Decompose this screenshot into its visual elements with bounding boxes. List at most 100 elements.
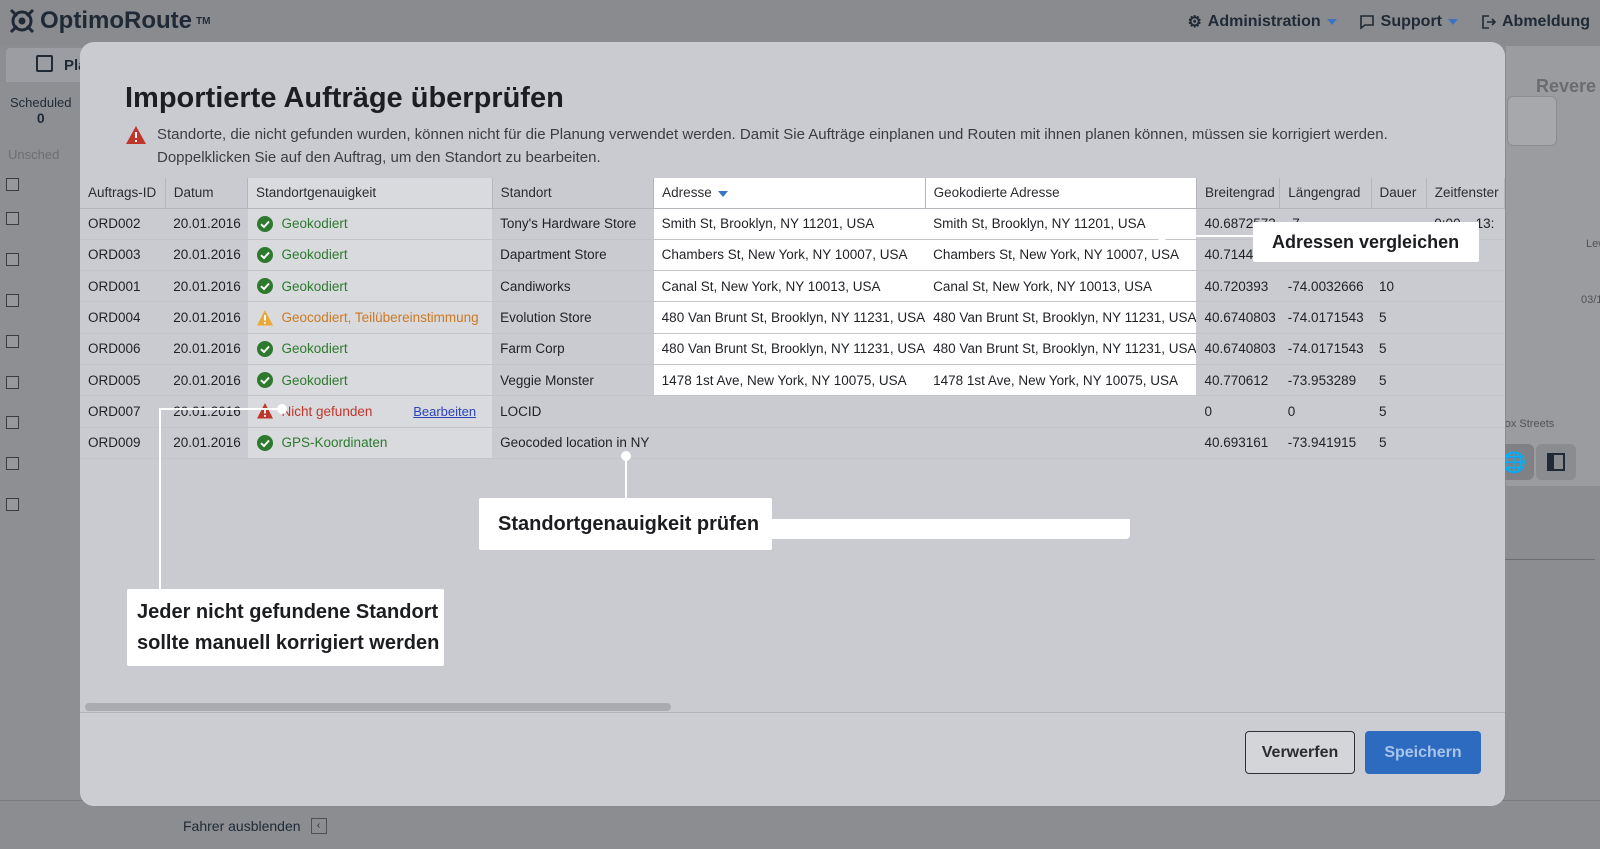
- cell-geocoded-address: 1478 1st Ave, New York, NY 10075, USA: [925, 364, 1197, 397]
- cell-order-id: ORD001: [80, 270, 166, 303]
- warning-text-line1: Standorte, die nicht gefunden wurden, kö…: [157, 126, 1388, 143]
- cell-address: [653, 395, 926, 428]
- nav-administration[interactable]: ⚙ Administration: [1187, 12, 1337, 32]
- check-circle-icon: [256, 246, 273, 263]
- cell-latitude: 0: [1196, 395, 1280, 428]
- cell-address: 480 Van Brunt St, Brooklyn, NY 11231, US…: [653, 301, 926, 334]
- row-checkbox[interactable]: [6, 294, 19, 307]
- cell-accuracy: Geokodiert: [247, 270, 493, 303]
- callout-accuracy-dot: [621, 451, 631, 461]
- hide-drivers-control[interactable]: Fahrer ausblenden ‹: [183, 818, 327, 834]
- check-circle-icon: [256, 372, 273, 389]
- scheduled-count: 0: [36, 110, 45, 126]
- row-checkbox[interactable]: [6, 253, 19, 266]
- nav-support-label: Support: [1380, 13, 1442, 30]
- cell-timewindow: [1426, 427, 1505, 459]
- callout-compare-connector: [1162, 235, 1255, 237]
- cell-latitude: 40.770612: [1196, 364, 1280, 397]
- cell-date: 20.01.2016: [165, 208, 248, 240]
- column-header-order-id[interactable]: Auftrags-ID: [80, 178, 166, 209]
- table-row[interactable]: ORD009 20.01.2016 GPS-Koordinaten Geocoded …: [80, 427, 1505, 459]
- status-label: Geokodiert: [281, 247, 348, 263]
- unscheduled-label: Unsched: [8, 147, 60, 162]
- cell-address: Smith St, Brooklyn, NY 11201, USA: [653, 208, 926, 240]
- cell-latitude: 40.6740803: [1196, 301, 1280, 334]
- map-label-area: Lewi: [1586, 238, 1600, 250]
- callout-check-accuracy: Standortgenauigkeit prüfen: [479, 498, 772, 550]
- column-header-accuracy[interactable]: Standortgenauigkeit: [247, 178, 493, 209]
- review-import-dialog: Importierte Aufträge überprüfen Standort…: [80, 42, 1505, 806]
- chevron-down-icon: [1448, 19, 1458, 25]
- dialog-title: Importierte Aufträge überprüfen: [125, 82, 564, 114]
- cell-latitude: 40.693161: [1196, 427, 1280, 459]
- cell-date: 20.01.2016: [165, 270, 248, 303]
- nav-support[interactable]: Support: [1359, 12, 1458, 32]
- cell-duration: 10: [1371, 270, 1427, 303]
- nav-logout-label: Abmeldung: [1502, 13, 1590, 30]
- top-bar: OptimoRoute TM ⚙ Administration Support A…: [0, 0, 1600, 46]
- cell-longitude: -74.0171543: [1279, 333, 1372, 365]
- cell-geocoded-address: 480 Van Brunt St, Brooklyn, NY 11231, US…: [925, 301, 1197, 334]
- save-button[interactable]: Speichern: [1365, 731, 1481, 774]
- row-checkbox[interactable]: [6, 498, 19, 511]
- select-all-checkbox[interactable]: [6, 178, 19, 191]
- row-checkbox[interactable]: [6, 457, 19, 470]
- check-circle-icon: [256, 434, 273, 451]
- row-checkbox[interactable]: [6, 212, 19, 225]
- logo-icon: [9, 8, 35, 34]
- check-circle-icon: [256, 215, 273, 232]
- column-header-address[interactable]: Adresse: [653, 178, 926, 209]
- map-label-road: 03/1: [1581, 294, 1600, 306]
- warning-message: Standorte, die nicht gefunden wurden, kö…: [125, 123, 1465, 169]
- column-header-lat[interactable]: Breitengrad: [1196, 178, 1281, 209]
- horizontal-scrollbar[interactable]: [85, 699, 1500, 713]
- cell-date: 20.01.2016: [165, 301, 248, 334]
- column-header-date[interactable]: Datum: [165, 178, 249, 209]
- cell-address: Canal St, New York, NY 10013, USA: [653, 270, 926, 303]
- status-label: GPS-Koordinaten: [281, 435, 388, 451]
- scheduled-counter: Scheduled 0: [10, 95, 71, 126]
- map-search-input[interactable]: [1505, 536, 1595, 560]
- cell-date: 20.01.2016: [165, 333, 248, 365]
- discard-button[interactable]: Verwerfen: [1245, 731, 1355, 774]
- cell-duration: 5: [1371, 301, 1427, 334]
- table-row[interactable]: ORD006 20.01.2016 Geokodiert Farm Corp 480 V…: [80, 333, 1505, 365]
- status-label: Geokodiert: [281, 372, 348, 388]
- row-checkbox[interactable]: [6, 335, 19, 348]
- scrollbar-thumb[interactable]: [85, 703, 671, 711]
- table-row[interactable]: ORD007 20.01.2016 Nicht gefunden Bearbeiten…: [80, 395, 1505, 428]
- column-header-location[interactable]: Standort: [492, 178, 655, 209]
- cell-date: 20.01.2016: [165, 239, 248, 272]
- top-navigation: ⚙ Administration Support Abmeldung: [1187, 12, 1590, 32]
- cell-geocoded-address: Smith St, Brooklyn, NY 11201, USA: [925, 208, 1197, 240]
- table-row[interactable]: ORD004 20.01.2016 Geocodiert, Teilübereins…: [80, 301, 1505, 334]
- cell-longitude: 0: [1279, 395, 1372, 428]
- nav-logout[interactable]: Abmeldung: [1480, 12, 1590, 32]
- tab-planning[interactable]: Pla: [6, 48, 90, 82]
- cell-order-id: ORD009: [80, 427, 166, 459]
- table-row[interactable]: ORD001 20.01.2016 Geokodiert Candiworks Cana…: [80, 270, 1505, 303]
- cell-duration: 5: [1371, 427, 1427, 459]
- map-layers-button[interactable]: [1507, 96, 1557, 146]
- trademark: TM: [195, 15, 211, 27]
- edit-location-link[interactable]: Bearbeiten: [413, 404, 476, 419]
- check-circle-icon: [256, 340, 273, 357]
- column-header-lng[interactable]: Längengrad: [1279, 178, 1372, 209]
- row-checkbox[interactable]: [6, 416, 19, 429]
- cell-order-id: ORD007: [80, 395, 166, 428]
- cell-accuracy: Geokodiert: [247, 364, 493, 397]
- cell-location: Tony's Hardware Store: [492, 208, 654, 240]
- column-header-timewindow[interactable]: Zeitfenster: [1426, 178, 1505, 209]
- panel-toggle-button[interactable]: [1536, 444, 1576, 480]
- cell-duration: 5: [1371, 395, 1427, 428]
- column-header-geocoded[interactable]: Geokodierte Adresse: [925, 178, 1197, 209]
- app-logo[interactable]: OptimoRoute TM: [8, 7, 210, 35]
- cell-location: Farm Corp: [492, 333, 654, 365]
- chevron-left-icon[interactable]: ‹: [310, 818, 327, 834]
- panel-icon: [1547, 453, 1565, 471]
- cell-longitude: -74.0032666: [1279, 270, 1372, 303]
- column-header-duration[interactable]: Dauer: [1371, 178, 1427, 209]
- cell-location: Dapartment Store: [492, 239, 654, 272]
- row-checkbox[interactable]: [6, 376, 19, 389]
- table-row[interactable]: ORD005 20.01.2016 Geokodiert Veggie Monster…: [80, 364, 1505, 397]
